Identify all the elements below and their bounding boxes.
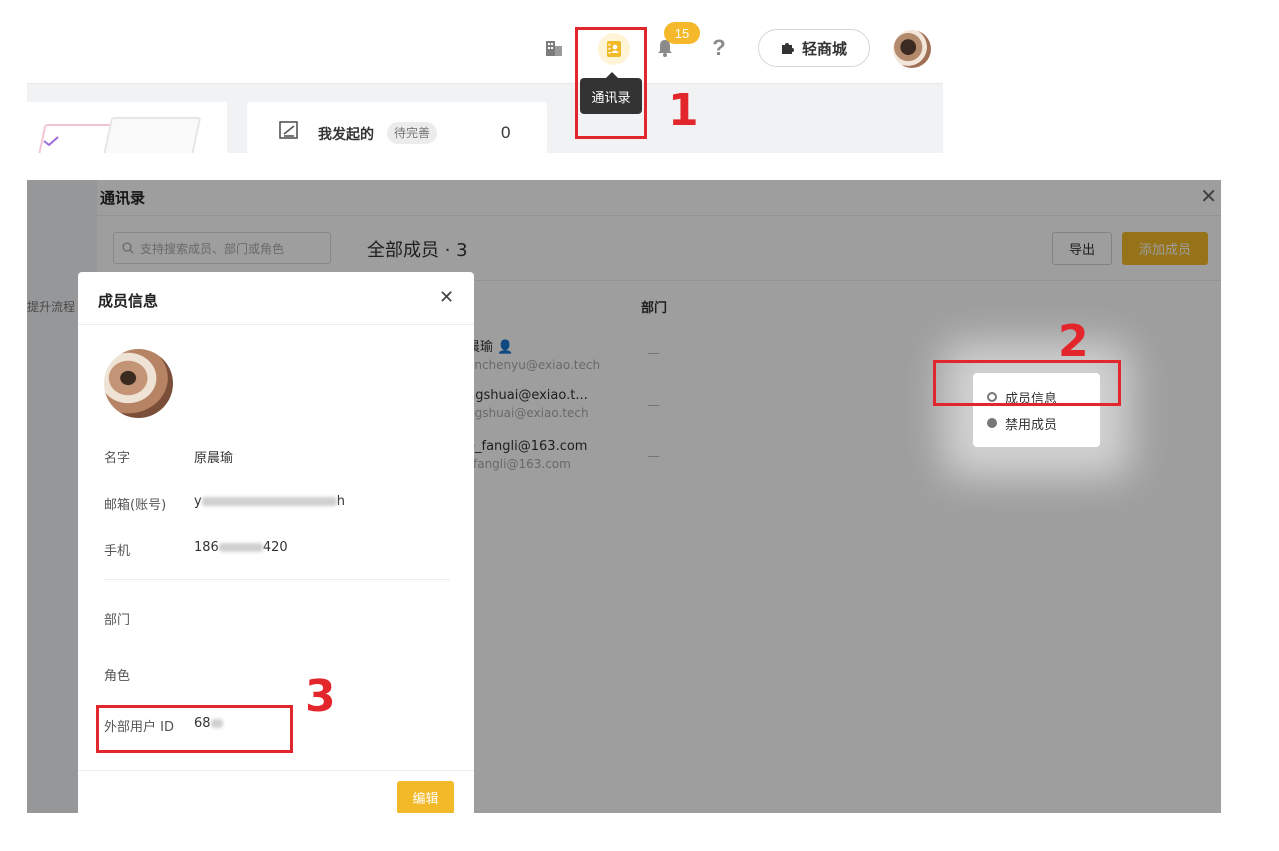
redacted-phone xyxy=(218,543,263,552)
edit-note-icon xyxy=(279,121,298,139)
name-value: 原晨瑜 xyxy=(194,451,234,466)
check-icon xyxy=(43,136,59,146)
member-avatar xyxy=(104,349,173,418)
notification-badge: 15 xyxy=(664,22,700,44)
annotation-box-3 xyxy=(96,705,293,753)
dialog-divider xyxy=(104,579,450,580)
email-prefix: y xyxy=(194,494,202,509)
dialog-title: 成员信息 xyxy=(98,292,159,310)
annotation-number-1: 1 xyxy=(668,85,699,136)
dialog-close-icon[interactable]: ✕ xyxy=(439,287,454,308)
disable-icon xyxy=(987,418,997,428)
mall-label: 轻商城 xyxy=(801,39,847,58)
building-icon[interactable] xyxy=(543,37,565,59)
initiated-label: 我发起的 xyxy=(318,127,374,143)
email-suffix: h xyxy=(336,494,345,509)
phone-suffix: 420 xyxy=(262,540,288,555)
email-label: 邮箱(账号) xyxy=(104,498,167,513)
pending-tag: 待完善 xyxy=(387,122,438,144)
illustration-sheet xyxy=(102,117,202,153)
initiated-by-me-card[interactable]: 我发起的 待完善 0 xyxy=(247,102,547,153)
phone-label: 手机 xyxy=(104,544,131,559)
disable-member-menu-item[interactable]: 禁用成员 xyxy=(987,412,1057,434)
annotation-number-3: 3 xyxy=(305,671,336,722)
annotation-box-1 xyxy=(575,27,647,139)
role-label: 角色 xyxy=(104,669,131,684)
redacted-email xyxy=(201,497,337,506)
puzzle-icon xyxy=(781,43,794,54)
mall-button[interactable]: 轻商城 xyxy=(758,29,870,67)
name-label: 名字 xyxy=(104,451,131,466)
dept-label: 部门 xyxy=(104,613,131,628)
dialog-divider xyxy=(78,324,474,325)
initiated-count: 0 xyxy=(501,123,511,142)
email-value: yh xyxy=(194,494,345,509)
user-avatar[interactable] xyxy=(893,30,931,68)
edit-button[interactable]: 编辑 xyxy=(397,781,454,813)
illustration-card xyxy=(27,102,227,153)
annotation-number-2: 2 xyxy=(1058,316,1089,367)
annotation-box-2 xyxy=(933,360,1121,406)
phone-prefix: 186 xyxy=(194,540,219,555)
phone-value: 186 420 xyxy=(194,540,288,555)
top-navigation-crop: 15 ? 轻商城 通讯录 我发起的 待完善 0 xyxy=(27,0,943,153)
help-icon[interactable]: ? xyxy=(707,35,731,60)
disable-member-label: 禁用成员 xyxy=(1005,417,1058,433)
dialog-footer-divider xyxy=(78,770,474,771)
